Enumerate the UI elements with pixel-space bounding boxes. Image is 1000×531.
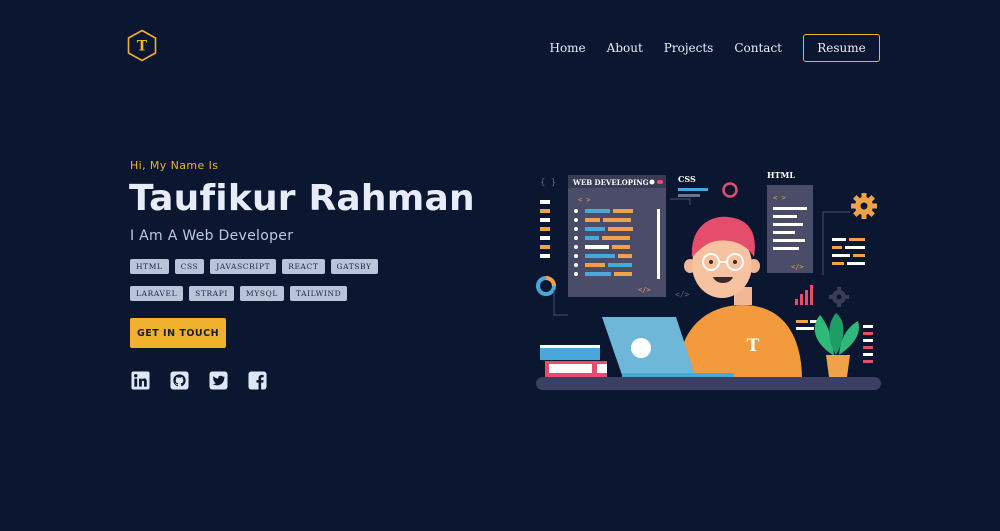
logo-letter: T	[137, 39, 148, 55]
shirt-letter: T	[747, 336, 760, 356]
skill-tag: STRAPI	[189, 286, 234, 301]
svg-text:</>: </>	[675, 290, 690, 299]
skill-tag: GATSBY	[330, 259, 378, 274]
html-label: HTML	[767, 170, 795, 180]
panel-title: WEB DEVELOPING	[572, 178, 649, 187]
svg-text:{ }: { }	[540, 178, 556, 188]
gear-icon	[851, 193, 877, 219]
social-links	[131, 371, 287, 390]
html-panel: HTML < > </>	[767, 170, 813, 273]
books-icon	[540, 345, 607, 377]
svg-text:</>: </>	[791, 263, 804, 271]
nav-projects[interactable]: Projects	[664, 41, 714, 55]
nav-contact[interactable]: Contact	[734, 41, 782, 55]
facebook-icon[interactable]	[248, 371, 267, 390]
developer-illustration: WEB DEVELOPING < > </> { } CSS HTML < > …	[536, 170, 881, 390]
logo-icon[interactable]: T	[127, 29, 157, 62]
hero-role: I Am A Web Developer	[130, 228, 294, 244]
code-open-tag: < >	[578, 196, 591, 204]
skill-tag: HTML	[130, 259, 169, 274]
skill-tags: HTML CSS JAVASCRIPT REACT GATSBY LARAVEL…	[130, 259, 430, 313]
main-nav: Home About Projects Contact Resume	[549, 34, 880, 62]
css-label: CSS	[678, 174, 696, 184]
twitter-icon[interactable]	[209, 371, 228, 390]
resume-button[interactable]: Resume	[803, 34, 880, 62]
skill-tag: MYSQL	[240, 286, 284, 301]
get-in-touch-button[interactable]: GET IN TOUCH	[130, 318, 226, 348]
nav-home[interactable]: Home	[549, 41, 585, 55]
skill-tag: REACT	[282, 259, 325, 274]
skill-tag: JAVASCRIPT	[210, 259, 277, 274]
bar-chart-icon	[795, 285, 813, 305]
settings-gear-icon	[829, 287, 849, 307]
github-icon[interactable]	[170, 371, 189, 390]
skill-tag: CSS	[174, 259, 205, 274]
greeting: Hi, My Name Is	[130, 159, 219, 172]
skill-tag: TAILWIND	[289, 286, 348, 301]
svg-text:< >: < >	[773, 194, 786, 202]
linkedin-icon[interactable]	[131, 371, 150, 390]
plant-icon	[814, 313, 860, 377]
skill-tag: LARAVEL	[130, 286, 184, 301]
hero-name: Taufikur Rahman	[129, 178, 475, 219]
code-panel: WEB DEVELOPING < > </>	[568, 175, 666, 297]
code-close-tag: </>	[638, 286, 651, 294]
nav-about[interactable]: About	[607, 41, 643, 55]
